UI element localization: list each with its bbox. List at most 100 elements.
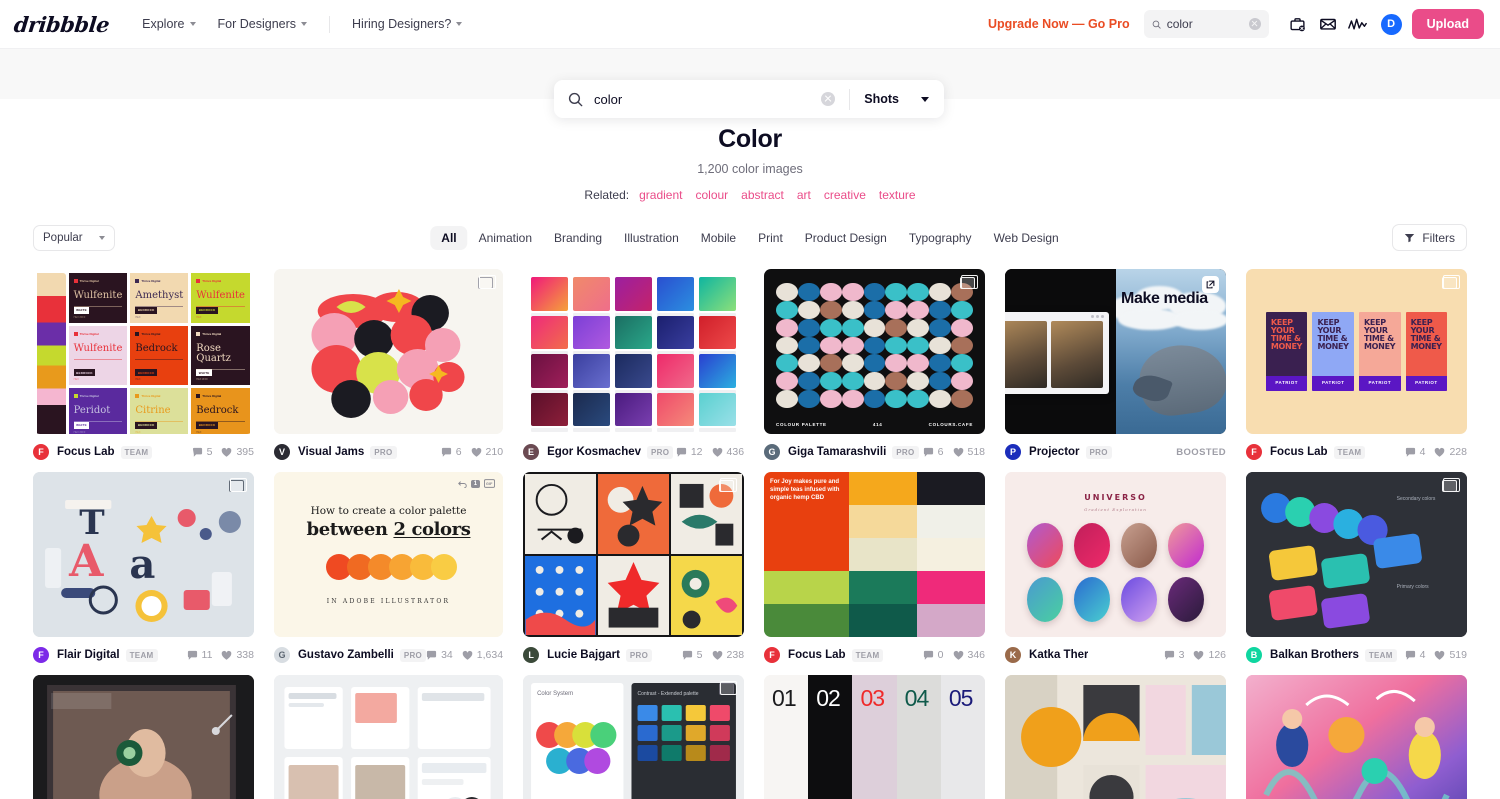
avatar[interactable]: L (523, 647, 540, 663)
avatar[interactable]: K (1005, 647, 1022, 663)
shot-thumbnail[interactable]: COLOUR PALETTE 414 COLOURS.CAFE (764, 269, 986, 434)
avatar[interactable]: F (33, 444, 49, 460)
multi-shot-icon (719, 478, 738, 494)
svg-text:A: A (68, 536, 104, 587)
shot-author[interactable]: Lucie Bajgart (547, 649, 620, 661)
swatch (917, 571, 986, 604)
shot-author[interactable]: Katka Ther (1029, 649, 1088, 661)
clear-search-icon[interactable] (821, 92, 836, 106)
svg-text:a: a (129, 541, 155, 588)
search-type-dropdown[interactable]: Shots (864, 92, 932, 106)
related-tag-art[interactable]: art (797, 188, 811, 202)
briefcase-icon[interactable] (1283, 9, 1313, 39)
results-count: 1,200 color images (697, 162, 803, 176)
nav-item-explore[interactable]: Explore (131, 11, 206, 37)
upload-button[interactable]: Upload (1411, 9, 1484, 39)
shot-author[interactable]: Flair Digital (57, 649, 120, 661)
shot-thumbnail[interactable]: Thrive Digital Wulfenite WHITE HEX #FFF … (33, 269, 254, 434)
shot-author[interactable]: Projector (1029, 446, 1080, 458)
shot-thumbnail[interactable]: How to create a color palette between 2 … (273, 472, 504, 637)
shot-thumbnail[interactable] (273, 269, 504, 434)
related-tag-gradient[interactable]: gradient (639, 188, 682, 202)
header-search-input[interactable] (1166, 17, 1243, 31)
heart-icon (953, 650, 963, 660)
sort-dropdown[interactable]: Popular (33, 224, 115, 251)
avatar[interactable]: B (1246, 647, 1263, 663)
shot-thumbnail[interactable]: Color System Contrast - Extended palette (523, 675, 745, 799)
header-search[interactable] (1143, 10, 1269, 38)
main-search-bar[interactable]: Shots (554, 80, 944, 118)
avatar[interactable]: F (764, 647, 781, 663)
external-link-icon[interactable] (1202, 276, 1220, 293)
avatar[interactable]: E (523, 444, 540, 460)
nav-item-hiring-designers[interactable]: Hiring Designers? (341, 11, 473, 37)
pattern-circle (797, 390, 820, 408)
nav-item-for-designers[interactable]: For Designers (207, 11, 319, 37)
pattern-circle (841, 283, 864, 301)
activity-icon[interactable] (1343, 9, 1373, 39)
tab-product-design[interactable]: Product Design (794, 226, 898, 250)
dribbble-logo[interactable]: dribbble (13, 12, 111, 37)
comment-count: 6 (441, 446, 462, 458)
shot-thumbnail[interactable]: T A a (33, 472, 254, 637)
shot-author[interactable]: Focus Lab (57, 446, 115, 458)
avatar[interactable]: G (273, 647, 290, 663)
tab-print[interactable]: Print (747, 226, 794, 250)
shot-author[interactable]: Balkan Brothers (1270, 649, 1359, 661)
related-tag-colour[interactable]: colour (695, 188, 728, 202)
tab-animation[interactable]: Animation (468, 226, 543, 250)
shot-author[interactable]: Focus Lab (788, 649, 846, 661)
shot-thumbnail[interactable] (523, 472, 745, 637)
shot-thumbnail[interactable] (523, 269, 745, 434)
related-tag-texture[interactable]: texture (879, 188, 916, 202)
tab-branding[interactable]: Branding (543, 226, 613, 250)
avatar[interactable]: G (764, 444, 781, 460)
related-tag-abstract[interactable]: abstract (741, 188, 784, 202)
avatar[interactable]: F (33, 647, 49, 663)
shot-thumbnail[interactable] (1005, 675, 1227, 799)
shot-thumbnail[interactable]: Secondary colors Primary colors (1246, 472, 1467, 637)
tab-typography[interactable]: Typography (898, 226, 983, 250)
avatar[interactable]: V (273, 444, 290, 460)
nav-label: Hiring Designers? (352, 17, 452, 31)
main-search-input[interactable] (594, 91, 822, 107)
universo-title: UNIVERSO (1084, 493, 1147, 503)
shot-thumbnail[interactable] (273, 675, 504, 799)
avatar[interactable]: P (1005, 444, 1022, 460)
shot-stats: 0 346 (923, 649, 985, 661)
header-search-clear-icon[interactable] (1248, 18, 1261, 30)
boosted-label: BOOSTED (1176, 446, 1227, 458)
shot-author[interactable]: Giga Tamarashvili (788, 446, 886, 458)
shot-thumbnail[interactable]: Make media (1005, 269, 1227, 434)
filters-button[interactable]: Filters (1392, 224, 1467, 251)
tab-illustration[interactable]: Illustration (613, 226, 690, 250)
heart-icon (712, 650, 722, 660)
swatch (573, 354, 611, 393)
related-tag-creative[interactable]: creative (824, 188, 866, 202)
shot-thumbnail[interactable]: ALAMY (1246, 675, 1467, 799)
shot-thumbnail[interactable]: KEEP YOUR TIME & MONEY PATRIOT KEEP YOUR… (1246, 269, 1467, 434)
tab-mobile[interactable]: Mobile (690, 226, 747, 250)
pro-badge: PRO (647, 445, 674, 459)
shot-author[interactable]: Egor Kosmachev (547, 446, 641, 458)
shot-thumbnail[interactable]: For Joy makes pure and simple teas infus… (764, 472, 986, 637)
user-avatar[interactable]: D (1380, 13, 1402, 35)
shot-author[interactable]: Focus Lab (1270, 446, 1328, 458)
swatch (699, 354, 737, 393)
shot-author[interactable]: Visual Jams (298, 446, 364, 458)
shot-thumbnail[interactable]: 01 Black & White 02 White & Black 03 Red… (764, 675, 986, 799)
pro-badge: PRO (892, 445, 919, 459)
mail-icon[interactable] (1313, 9, 1343, 39)
shot-thumbnail[interactable] (33, 675, 254, 799)
tab-web-design[interactable]: Web Design (983, 226, 1070, 250)
collage-cell (525, 474, 597, 554)
shot-meta: F Focus Lab TEAM 0 346 (764, 645, 985, 665)
comment-count: 34 (426, 649, 453, 661)
shot-stats: 5 395 (192, 446, 254, 458)
shot-stats: 4 519 (1405, 649, 1467, 661)
shot-thumbnail[interactable]: UNIVERSO Gradient Exploration (1005, 472, 1227, 637)
shot-author[interactable]: Gustavo Zambelli (298, 649, 394, 661)
avatar[interactable]: F (1246, 444, 1263, 460)
tab-all[interactable]: All (430, 225, 468, 250)
upgrade-now-link[interactable]: Upgrade Now — Go Pro (988, 17, 1130, 31)
